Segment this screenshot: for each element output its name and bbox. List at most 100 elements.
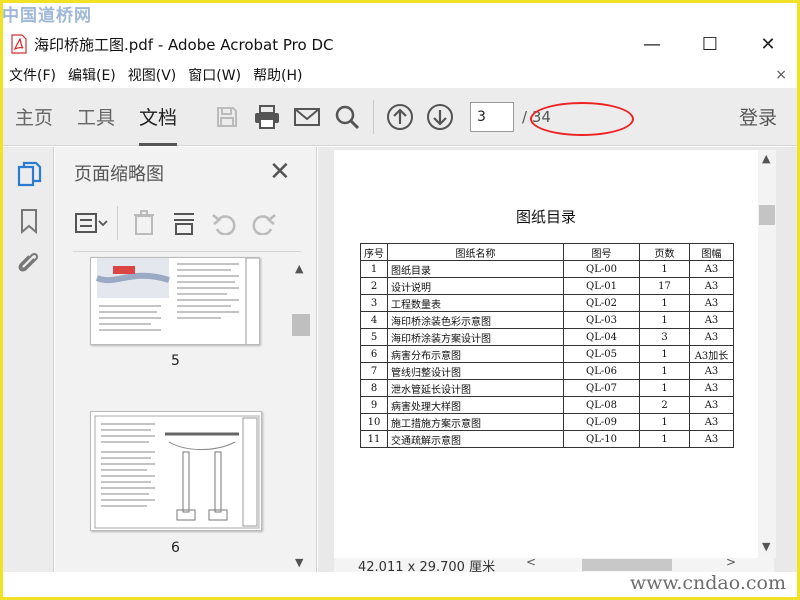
scroll-thumb[interactable] [292,314,310,336]
drawing-index-table: 序号 图纸名称 图号 页数 图幅 1 图纸目录 QL-00 1 A3 2 设计说明 QL-01… [360,243,734,448]
bookmark-icon[interactable] [16,207,42,235]
cell-size: A3 [689,328,734,346]
tab-home[interactable]: 主页 [3,88,65,146]
close-document-button[interactable]: × [775,67,787,83]
menu-window[interactable]: 窗口(W) [182,65,247,85]
highlight-ellipse [530,102,634,136]
table-row: 4 海印桥涂装色彩示意图 QL-03 1 A3 [360,311,734,329]
redo-icon[interactable] [244,205,284,241]
print-icon[interactable] [247,97,287,137]
page-thumbnail-5[interactable] [90,257,260,345]
thumbnail-scrollbar[interactable]: ▲ ▼ [291,254,311,572]
cell-drawing-no: QL-06 [563,362,640,380]
menu-edit[interactable]: 编辑(E) [62,65,122,85]
maximize-button[interactable]: ☐ [681,27,739,61]
header-drawing-no: 图号 [563,243,640,261]
cell-size: A3 [689,362,734,380]
page-number-input[interactable]: 3 [470,101,515,132]
table-row: 10 施工措施方案示意图 QL-09 1 A3 [360,413,734,431]
email-icon[interactable] [287,97,327,137]
main-toolbar: 主页 工具 文档 3 / 34 登录 [3,88,797,146]
cell-pages: 1 [639,362,690,380]
cell-size: A3 [689,396,734,414]
cell-drawing-no: QL-04 [563,328,640,346]
cell-pages: 1 [639,413,690,431]
cell-size: A3加长 [689,345,734,363]
cell-drawing-no: QL-05 [563,345,640,363]
thumbnail-label: 6 [171,540,180,556]
delete-page-icon[interactable] [124,205,164,241]
scroll-right-icon[interactable]: > [726,558,736,569]
save-icon[interactable] [207,97,247,137]
status-bar: 42.011 x 29.700 厘米 < > [334,558,774,572]
cell-pages: 1 [639,311,690,329]
cell-pages: 2 [639,396,690,414]
search-icon[interactable] [327,97,367,137]
table-row: 6 病害分布示意图 QL-05 1 A3加长 [360,345,734,363]
cell-name: 施工措施方案示意图 [387,413,564,431]
cell-size: A3 [689,260,734,278]
cell-name: 病害分布示意图 [387,345,564,363]
cell-drawing-no: QL-08 [563,396,640,414]
page-thumbnail-6[interactable] [90,411,262,531]
tab-tools[interactable]: 工具 [65,88,127,146]
table-row: 11 交通疏解示意图 QL-10 1 A3 [360,430,734,448]
close-window-button[interactable]: ✕ [739,27,797,61]
cell-name: 图纸目录 [387,260,564,278]
cell-name: 设计说明 [387,277,564,295]
table-row: 2 设计说明 QL-01 17 A3 [360,277,734,295]
navigation-rail [3,147,54,572]
table-header-row: 序号 图纸名称 图号 页数 图幅 [360,243,734,261]
previous-page-icon[interactable] [380,97,420,137]
menu-file[interactable]: 文件(F) [3,65,62,85]
menu-view[interactable]: 视图(V) [122,65,183,85]
tab-document[interactable]: 文档 [127,88,189,146]
cell-no: 9 [360,396,388,414]
cell-no: 10 [360,413,388,431]
attachment-icon[interactable] [16,249,42,277]
scroll-up-icon[interactable]: ▲ [295,262,303,275]
scroll-left-icon[interactable]: < [526,558,536,569]
window-title: 海印桥施工图.pdf - Adobe Acrobat Pro DC [34,35,334,54]
document-scrollbar[interactable]: ▲ ▼ [758,150,776,558]
cell-no: 8 [360,379,388,397]
cell-no: 2 [360,277,388,295]
cell-no: 5 [360,328,388,346]
scroll-down-icon[interactable]: ▼ [295,556,303,569]
options-menu-icon[interactable] [71,205,111,241]
title-bar: 海印桥施工图.pdf - Adobe Acrobat Pro DC — ☐ ✕ [3,27,797,61]
table-row: 1 图纸目录 QL-00 1 A3 [360,260,734,278]
cell-pages: 1 [639,379,690,397]
doc-scroll-up-icon[interactable]: ▲ [762,152,770,165]
menu-help[interactable]: 帮助(H) [247,65,308,85]
next-page-icon[interactable] [420,97,460,137]
cell-pages: 1 [639,260,690,278]
login-button[interactable]: 登录 [739,103,777,130]
panel-separator [117,206,118,240]
document-area: 图纸目录 序号 图纸名称 图号 页数 图幅 1 图纸目录 QL-00 1 A3 2 设计说明… [318,147,797,572]
header-name: 图纸名称 [387,243,564,261]
document-page: 图纸目录 序号 图纸名称 图号 页数 图幅 1 图纸目录 QL-00 1 A3 2 设计说明… [334,150,758,558]
watermark-top: 中国道桥网 [2,6,92,26]
undo-icon[interactable] [204,205,244,241]
doc-scroll-down-icon[interactable]: ▼ [762,540,770,553]
cell-size: A3 [689,413,734,431]
cell-pages: 3 [639,328,690,346]
minimize-button[interactable]: — [623,27,681,61]
page-size-readout: 42.011 x 29.700 厘米 [358,560,496,572]
cell-no: 4 [360,311,388,329]
close-panel-button[interactable]: ✕ [269,157,291,187]
cell-drawing-no: QL-07 [563,379,640,397]
header-pages: 页数 [639,243,690,261]
page-thumbnails-icon[interactable] [16,161,42,189]
cell-pages: 1 [639,294,690,312]
cell-name: 交通疏解示意图 [387,430,564,448]
table-row: 5 海印桥涂装方案设计图 QL-04 3 A3 [360,328,734,346]
cell-no: 1 [360,260,388,278]
doc-scroll-thumb[interactable] [759,205,775,225]
cell-no: 6 [360,345,388,363]
cell-pages: 17 [639,277,690,295]
horizontal-scroll-thumb[interactable] [582,559,672,571]
cell-no: 11 [360,430,388,448]
insert-page-icon[interactable] [164,205,204,241]
